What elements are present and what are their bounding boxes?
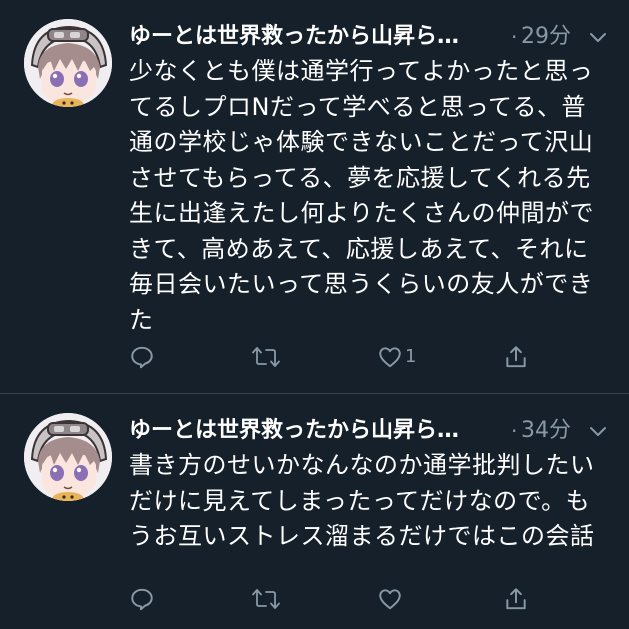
share-button[interactable] bbox=[503, 579, 529, 619]
reply-icon bbox=[129, 586, 155, 612]
retweet-icon bbox=[251, 586, 281, 612]
chevron-down-icon[interactable] bbox=[587, 26, 609, 48]
tweet-header: ゆーとは世界救ったから山昇ら… · 34分 bbox=[129, 414, 609, 450]
like-button[interactable] bbox=[377, 579, 405, 619]
retweet-button[interactable] bbox=[251, 337, 281, 377]
timestamp[interactable]: 29分 bbox=[521, 22, 571, 52]
tweet-text: 書き方のせいかなんなのか通学批判したいだけに見えてしまったってだけなので。もうお… bbox=[129, 451, 595, 550]
display-name[interactable]: ゆーとは世界救ったから山昇ら… bbox=[129, 416, 459, 446]
tweet-text: 少なくとも僕は通学行ってよかったと思ってるしプロNだって学べると思ってる、普通の… bbox=[129, 57, 595, 334]
chevron-down-icon[interactable] bbox=[587, 420, 609, 442]
action-bar: 1 bbox=[129, 337, 609, 377]
retweet-button[interactable] bbox=[251, 579, 281, 619]
tweet[interactable]: ゆーとは世界救ったから山昇ら… · 34分 書き方のせいかなんなのか通学批判した… bbox=[0, 394, 629, 629]
separator-dot: · bbox=[511, 419, 518, 443]
avatar[interactable] bbox=[24, 19, 112, 107]
tweet-header: ゆーとは世界救ったから山昇ら… · 29分 bbox=[129, 20, 609, 56]
like-count: 1 bbox=[405, 346, 417, 367]
reply-icon bbox=[129, 344, 155, 370]
tweet[interactable]: ゆーとは世界救ったから山昇ら… · 29分 少なくとも僕は通学行ってよかったと思… bbox=[0, 0, 629, 393]
like-button[interactable]: 1 bbox=[377, 337, 416, 377]
display-name[interactable]: ゆーとは世界救ったから山昇ら… bbox=[129, 22, 459, 52]
share-icon bbox=[503, 586, 529, 612]
like-icon bbox=[377, 344, 403, 370]
like-icon bbox=[377, 586, 403, 612]
retweet-icon bbox=[251, 344, 281, 370]
reply-button[interactable] bbox=[129, 579, 155, 619]
reply-button[interactable] bbox=[129, 337, 155, 377]
share-button[interactable] bbox=[503, 337, 529, 377]
timestamp[interactable]: 34分 bbox=[521, 416, 571, 446]
separator-dot: · bbox=[511, 25, 518, 49]
share-icon bbox=[503, 344, 529, 370]
avatar[interactable] bbox=[24, 413, 112, 501]
action-bar bbox=[129, 579, 609, 619]
